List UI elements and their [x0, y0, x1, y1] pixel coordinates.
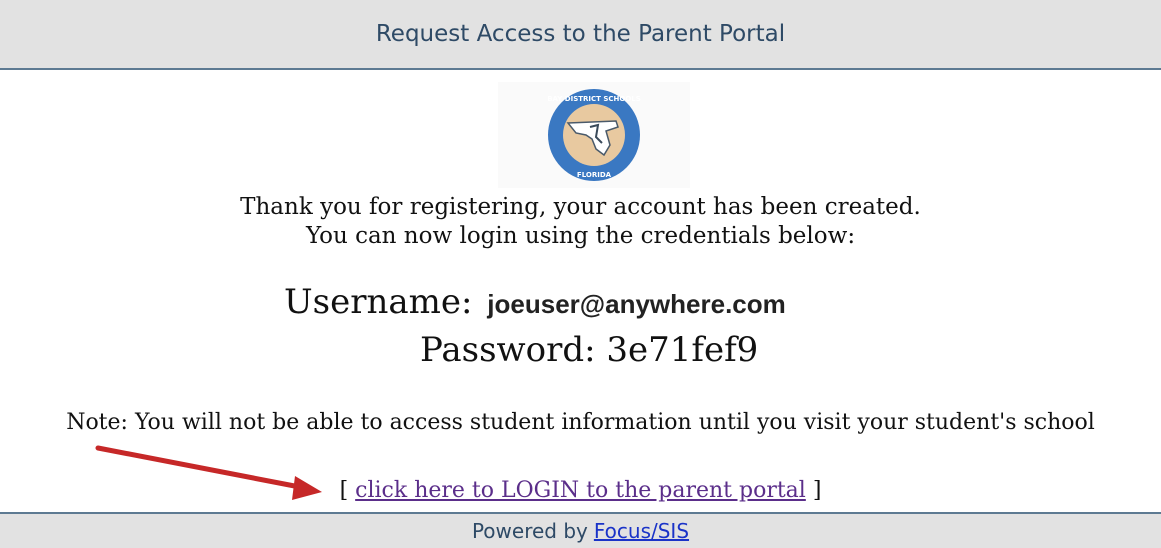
svg-text:BAY DISTRICT SCHOOLS: BAY DISTRICT SCHOOLS: [547, 95, 641, 103]
page-footer: Powered by Focus/SIS: [0, 512, 1161, 548]
login-parent-portal-link[interactable]: click here to LOGIN to the parent portal: [355, 478, 806, 503]
password-row: Password: 3e71fef9: [420, 330, 758, 370]
login-instructions: You can now login using the credentials …: [305, 223, 856, 249]
page-title: Request Access to the Parent Portal: [375, 21, 786, 47]
open-bracket: [: [339, 478, 349, 503]
login-link-row: [ click here to LOGIN to the parent port…: [0, 478, 1161, 503]
username-row: Username: joeuser@anywhere.com: [284, 282, 844, 322]
school-district-seal-icon: BAY DISTRICT SCHOOLS FLORIDA: [547, 89, 641, 181]
school-district-logo: BAY DISTRICT SCHOOLS FLORIDA: [498, 82, 690, 188]
powered-by-label: Powered by: [471, 519, 588, 543]
access-note: Note: You will not be able to access stu…: [66, 410, 1095, 435]
password-label: Password:: [420, 330, 596, 370]
username-label: Username:: [284, 282, 473, 322]
registration-confirmation-page: Request Access to the Parent Portal BAY …: [0, 0, 1161, 548]
focus-sis-link[interactable]: Focus/SIS: [594, 519, 689, 543]
page-header: Request Access to the Parent Portal: [0, 0, 1161, 70]
registration-success-message: Thank you for registering, your account …: [240, 194, 921, 220]
svg-text:FLORIDA: FLORIDA: [577, 171, 612, 179]
password-value: 3e71fef9: [606, 330, 759, 370]
username-value: joeuser@anywhere.com: [483, 289, 844, 319]
close-bracket: ]: [812, 478, 822, 503]
